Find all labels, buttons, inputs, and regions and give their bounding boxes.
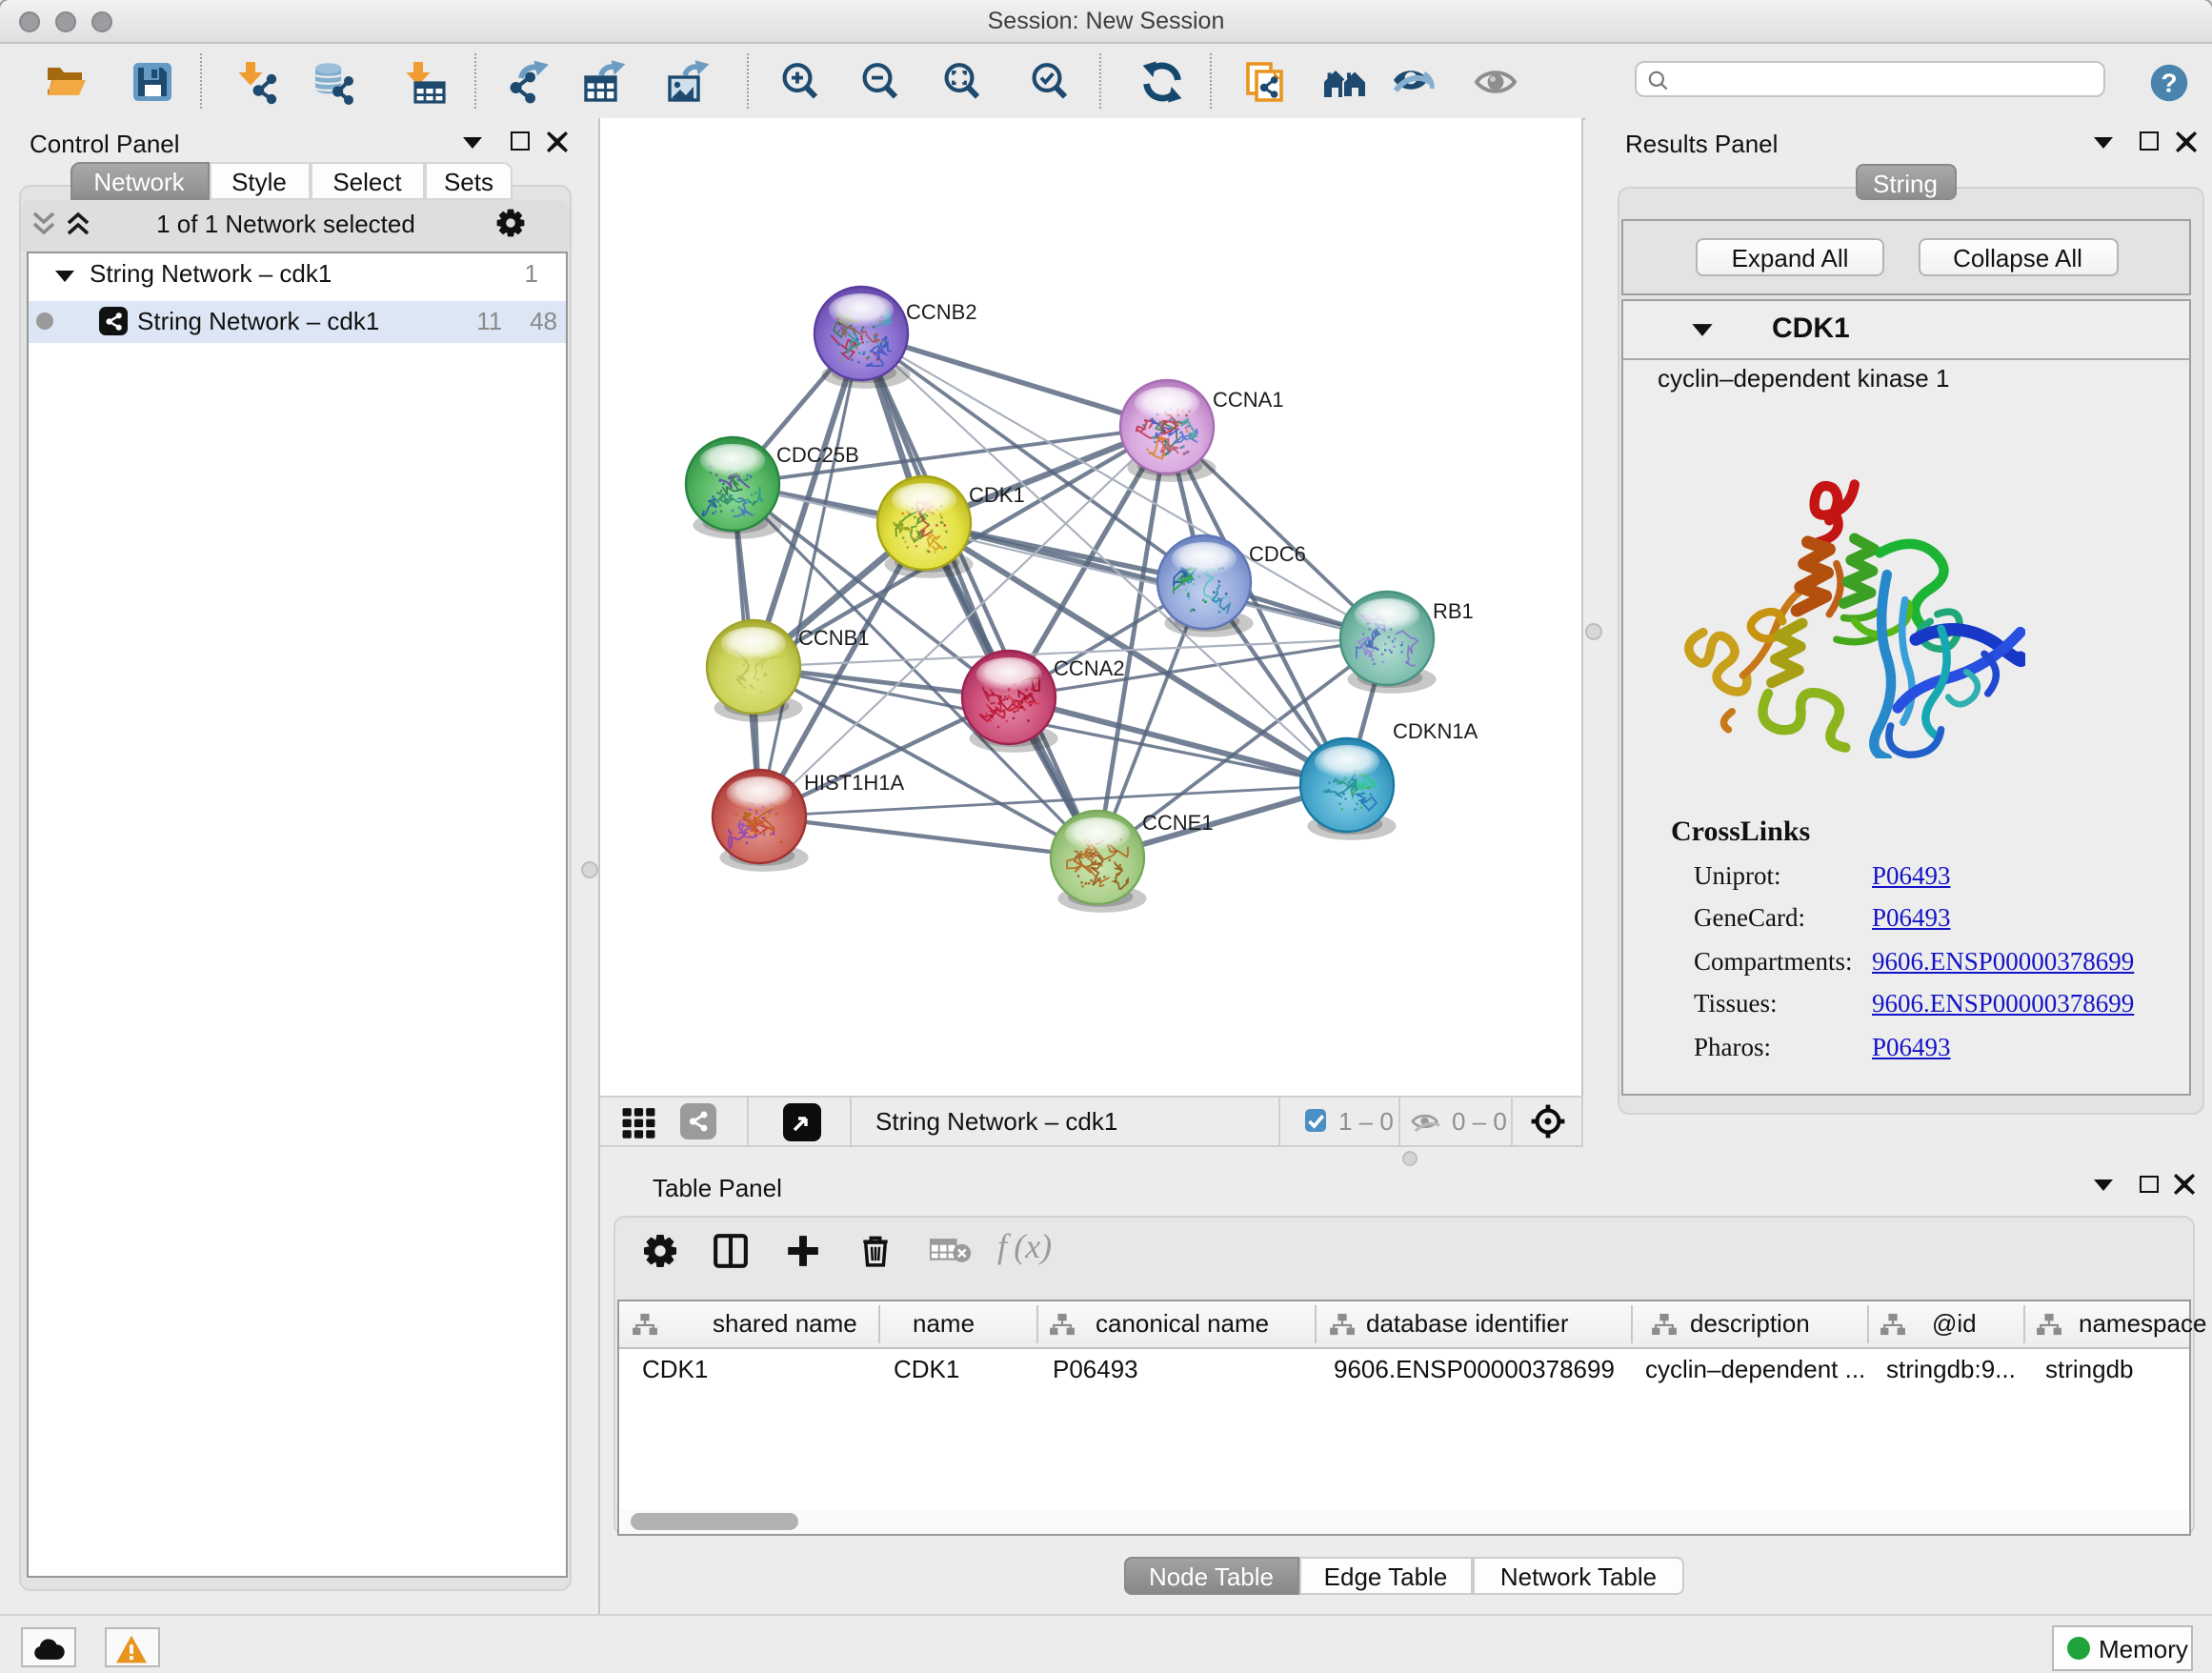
svg-text:?: ? bbox=[2161, 68, 2177, 97]
svg-text:CCNA1: CCNA1 bbox=[1212, 388, 1283, 412]
svg-text:CCNE1: CCNE1 bbox=[1141, 811, 1213, 835]
svg-text:CDK1: CDK1 bbox=[968, 483, 1024, 507]
svg-text:CDKN1A: CDKN1A bbox=[1392, 719, 1478, 743]
svg-text:CDC6: CDC6 bbox=[1248, 542, 1305, 566]
svg-text:CCNA2: CCNA2 bbox=[1053, 656, 1124, 680]
svg-text:CCNB1: CCNB1 bbox=[797, 626, 869, 650]
svg-text:HIST1H1A: HIST1H1A bbox=[803, 771, 903, 795]
svg-text:CDC25B: CDC25B bbox=[775, 443, 858, 467]
svg-text:RB1: RB1 bbox=[1432, 599, 1473, 623]
svg-text:CCNB2: CCNB2 bbox=[905, 300, 976, 324]
